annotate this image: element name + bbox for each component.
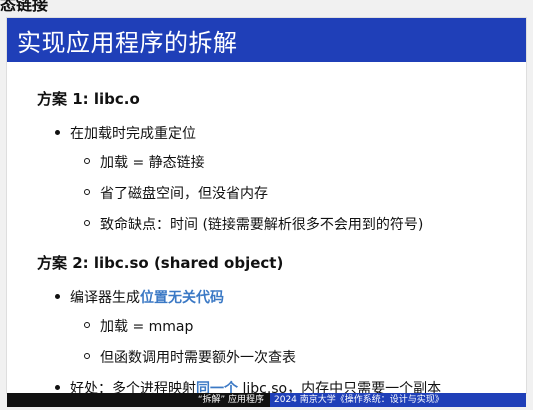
sub-bullet-text: 加载 = 静态链接 [100, 155, 205, 171]
bullet-dot-icon [55, 294, 60, 299]
highlight-text: 位置无关代码 [140, 290, 224, 306]
sub-bullet-item: 致命缺点：时间 (链接需要解析很多不会用到的符号) [70, 214, 526, 234]
bullet-text-prefix: 编译器生成 [70, 290, 140, 306]
slide-content: 方案 1: libc.o 在加载时完成重定位 加载 = 静态链接 省了磁盘空间，… [37, 88, 526, 407]
section-heading: 方案 2: libc.so (shared object) [37, 254, 284, 272]
hollow-bullet-icon [84, 158, 90, 164]
sub-bullet-item: 加载 = 静态链接 [70, 152, 526, 172]
sub-bullet-item: 省了磁盘空间，但没省内存 [70, 183, 526, 203]
bullet-item: 在加载时完成重定位 加载 = 静态链接 省了磁盘空间，但没省内存 致命缺点：时间… [37, 123, 526, 234]
sub-bullet-text: 加载 = mmap [100, 319, 194, 335]
slide-footer: “拆解” 应用程序 2024 南京大学《操作系统：设计与实现》 [7, 393, 526, 407]
section-heading: 方案 1: libc.o [37, 90, 140, 108]
partial-heading-text: 态链接 [0, 0, 49, 14]
section-approach-1: 方案 1: libc.o 在加载时完成重定位 加载 = 静态链接 省了磁盘空间，… [37, 88, 526, 234]
slide-title: 实现应用程序的拆解 [17, 28, 238, 57]
sub-bullet-item: 加载 = mmap [70, 316, 526, 336]
slide-title-bar: 实现应用程序的拆解 [7, 18, 526, 62]
bullet-item: 编译器生成位置无关代码 加载 = mmap 但函数调用时需要额外一次查表 [37, 287, 526, 367]
footer-course-title: 2024 南京大学《操作系统：设计与实现》 [270, 393, 526, 407]
footer-section-title: “拆解” 应用程序 [7, 393, 270, 407]
sub-bullet-text: 省了磁盘空间，但没省内存 [100, 186, 268, 202]
hollow-bullet-icon [84, 220, 90, 226]
slide: 实现应用程序的拆解 方案 1: libc.o 在加载时完成重定位 加载 = 静态… [7, 18, 526, 397]
sub-bullet-text: 但函数调用时需要额外一次查表 [100, 350, 296, 366]
bullet-text: 在加载时完成重定位 [70, 126, 196, 142]
hollow-bullet-icon [84, 322, 90, 328]
bullet-dot-icon [55, 385, 60, 390]
sub-bullet-item: 但函数调用时需要额外一次查表 [70, 347, 526, 367]
hollow-bullet-icon [84, 189, 90, 195]
section-approach-2: 方案 2: libc.so (shared object) 编译器生成位置无关代… [37, 252, 526, 398]
hollow-bullet-icon [84, 353, 90, 359]
bullet-dot-icon [55, 130, 60, 135]
sub-bullet-text: 致命缺点：时间 (链接需要解析很多不会用到的符号) [100, 217, 424, 233]
